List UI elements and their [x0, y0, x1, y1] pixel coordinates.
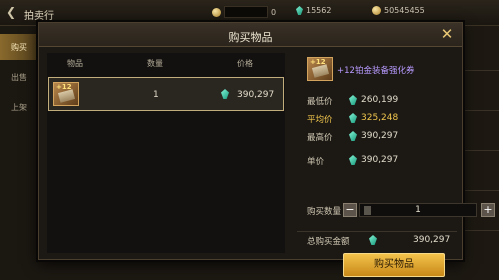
- min-price-label: 最低价: [307, 97, 333, 107]
- max-price-label: 最高价: [307, 133, 333, 143]
- purchase-detail: +12 +12铂金装备强化券 最低价 260,199 平均价 325,248 最…: [297, 53, 495, 277]
- coin-icon: [212, 7, 221, 17]
- close-icon[interactable]: ✕: [439, 27, 455, 43]
- row-quantity: 1: [153, 90, 159, 100]
- gem-icon: [296, 6, 303, 15]
- currency-1: 0: [212, 6, 276, 18]
- enhance-scroll-icon: +12: [307, 57, 333, 81]
- enhance-level: +12: [310, 58, 326, 66]
- quantity-decrease-button[interactable]: −: [343, 203, 357, 217]
- divider: [462, 150, 499, 151]
- sidebar: 购买 出售 上架: [0, 26, 40, 280]
- quantity-value: 1: [415, 205, 421, 215]
- scroll-shape: [311, 64, 330, 78]
- avg-price-label: 平均价: [307, 115, 333, 125]
- total-value: 390,297: [413, 235, 451, 245]
- max-price-value: 390,297: [361, 131, 399, 141]
- gem-icon: [349, 113, 357, 123]
- quantity-label: 购买数量: [307, 207, 342, 217]
- gem-icon: [369, 235, 377, 245]
- divider: [462, 110, 499, 111]
- gem-icon: [221, 89, 229, 99]
- item-name: +12铂金装备强化券: [337, 66, 415, 76]
- min-price-value: 260,199: [361, 95, 399, 105]
- listing-row[interactable]: +12 1 390,297: [48, 77, 284, 111]
- background-list: [462, 26, 499, 280]
- purchase-dialog: 购买物品 ✕ 物品 数量 价格 +12 1 390,297 +12 +12铂金装…: [38, 22, 495, 277]
- currency-box: [224, 6, 268, 18]
- column-price: 价格: [237, 59, 253, 68]
- unit-price-label: 单价: [307, 157, 325, 167]
- quantity-input[interactable]: 1: [359, 203, 477, 217]
- dialog-title: 购买物品: [228, 31, 273, 44]
- currency-2: 15562: [296, 6, 331, 15]
- gem-icon: [349, 131, 357, 141]
- quantity-increase-button[interactable]: +: [481, 203, 495, 217]
- scroll-shape: [57, 89, 76, 103]
- sidebar-item-sell[interactable]: 出售: [0, 64, 40, 90]
- divider: [462, 70, 499, 71]
- column-qty: 数量: [147, 59, 163, 68]
- column-item: 物品: [67, 59, 83, 68]
- list-header: 物品 数量 价格: [47, 53, 285, 73]
- enhance-scroll-icon: +12: [53, 82, 79, 106]
- total-label: 总购买金额: [307, 237, 350, 247]
- item-list: 物品 数量 价格 +12 1 390,297: [47, 53, 285, 253]
- gem-icon: [349, 155, 357, 165]
- screen-title: 拍卖行: [24, 11, 54, 22]
- coin-icon: [372, 6, 381, 15]
- buy-button[interactable]: 购买物品: [343, 253, 445, 277]
- dialog-header: 购买物品 ✕: [39, 23, 462, 47]
- divider: [462, 190, 499, 191]
- back-arrow-icon[interactable]: ❮: [6, 5, 16, 19]
- unit-price-value: 390,297: [361, 155, 399, 165]
- calculator-icon[interactable]: [364, 206, 371, 215]
- divider: [462, 230, 499, 231]
- row-price: 390,297: [237, 90, 275, 100]
- avg-price-value: 325,248: [361, 113, 399, 123]
- enhance-level: +12: [56, 83, 72, 91]
- sidebar-item-list[interactable]: 上架: [0, 94, 40, 120]
- gem-icon: [349, 95, 357, 105]
- divider: [297, 231, 457, 232]
- sidebar-item-buy[interactable]: 购买: [0, 34, 40, 60]
- currency-3: 50545455: [372, 6, 425, 15]
